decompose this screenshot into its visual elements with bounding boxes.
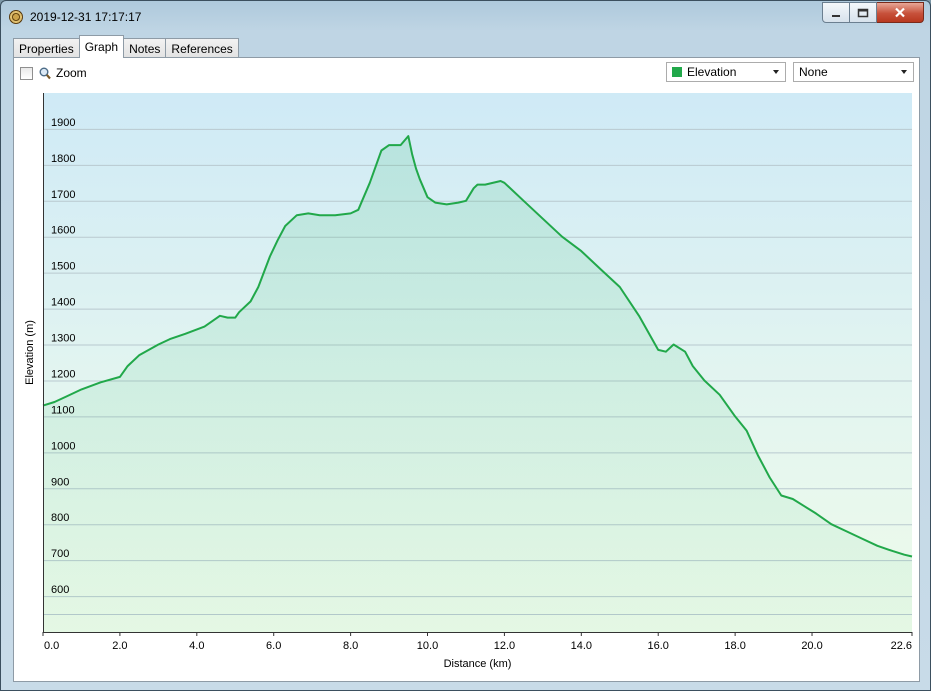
y-tick-label: 700 — [51, 548, 69, 560]
y-tick-label: 1300 — [51, 333, 75, 345]
x-axis-label: Distance (km) — [444, 658, 512, 670]
x-tick-label: 4.0 — [189, 640, 204, 652]
window-controls — [822, 2, 924, 23]
x-tick-label: 20.0 — [801, 640, 822, 652]
chevron-down-icon — [901, 70, 907, 74]
series-secondary-value: None — [799, 65, 828, 79]
tab-strip: Properties Graph Notes References — [13, 35, 239, 58]
zoom-checkbox[interactable] — [20, 66, 33, 80]
series-secondary-select[interactable]: None — [793, 62, 914, 82]
x-tick-label: 2.0 — [112, 640, 127, 652]
y-tick-label: 1400 — [51, 297, 75, 309]
y-tick-label: 800 — [51, 512, 69, 524]
zoom-label: Zoom — [56, 66, 87, 80]
y-tick-label: 1600 — [51, 225, 75, 237]
y-tick-label: 1900 — [51, 117, 75, 129]
y-axis-label: Elevation (m) — [24, 320, 36, 385]
y-tick-label: 600 — [51, 584, 69, 596]
y-tick-label: 1700 — [51, 189, 75, 201]
tab-references[interactable]: References — [165, 38, 239, 58]
tab-graph[interactable]: Graph — [78, 35, 125, 58]
close-button[interactable] — [877, 2, 924, 23]
x-tick-label: 18.0 — [724, 640, 745, 652]
chevron-down-icon — [773, 70, 779, 74]
y-tick-label: 1100 — [51, 404, 75, 416]
minimize-icon — [832, 14, 840, 17]
y-tick-label: 1000 — [51, 440, 75, 452]
graph-panel: Zoom Elevation None 600 700 800 900 1000… — [13, 57, 920, 682]
close-icon — [895, 7, 905, 18]
x-tick-labels: 0.0 2.0 4.0 6.0 8.0 10.0 12.0 14.0 16.0 18.0 20.0 2… — [44, 640, 912, 652]
x-tick-label: 14.0 — [571, 640, 592, 652]
app-icon — [9, 10, 23, 24]
series-color-swatch — [672, 67, 682, 77]
x-tick-label: 0.0 — [44, 640, 59, 652]
window-title: 2019-12-31 17:17:17 — [30, 10, 142, 24]
x-tick-label: 6.0 — [266, 640, 281, 652]
tab-properties[interactable]: Properties — [13, 38, 80, 58]
y-tick-label: 1800 — [51, 153, 75, 165]
x-tick-label: 16.0 — [648, 640, 669, 652]
magnifier-icon — [39, 67, 51, 79]
x-tick-label: 12.0 — [494, 640, 515, 652]
graph-window: 2019-12-31 17:17:17 Properties Graph Not… — [0, 0, 931, 691]
zoom-control: Zoom — [20, 66, 87, 80]
y-tick-label: 1500 — [51, 261, 75, 273]
x-tick-label: 10.0 — [417, 640, 438, 652]
series-primary-value: Elevation — [687, 65, 737, 79]
y-tick-label: 900 — [51, 476, 69, 488]
x-tick-label: 8.0 — [343, 640, 358, 652]
series-primary-select[interactable]: Elevation — [666, 62, 786, 82]
restore-icon — [857, 8, 869, 17]
maximize-button[interactable] — [850, 2, 877, 23]
minimize-button[interactable] — [822, 2, 850, 23]
title-bar[interactable]: 2019-12-31 17:17:17 — [1, 1, 930, 31]
x-tick-label: 22.6 — [891, 640, 912, 652]
y-tick-label: 1200 — [51, 368, 75, 380]
tab-notes[interactable]: Notes — [123, 38, 167, 58]
elevation-chart[interactable]: 600 700 800 900 1000 1100 1200 1300 1400 1500 1600… — [14, 90, 919, 682]
